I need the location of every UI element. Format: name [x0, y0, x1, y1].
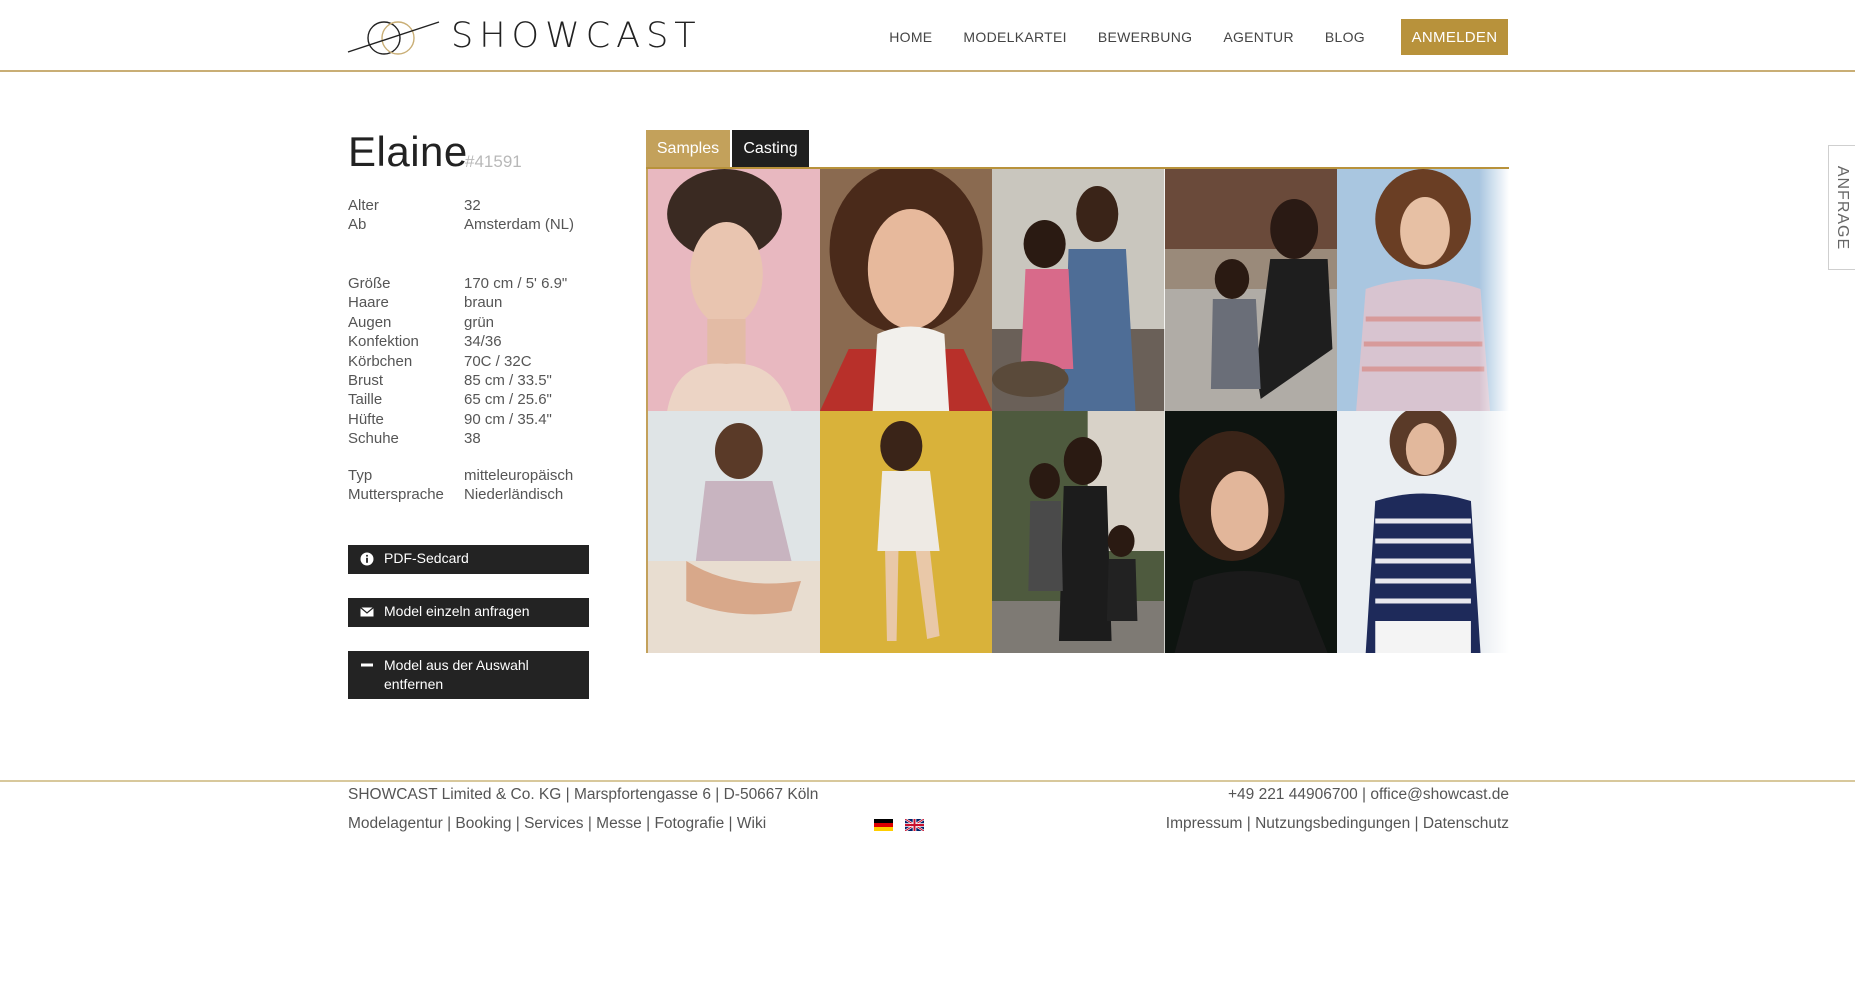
uk-flag-icon[interactable] — [905, 819, 924, 831]
info-label: Größe — [348, 275, 391, 292]
gallery-photo[interactable] — [648, 169, 821, 411]
info-row: Schuhe 38 — [348, 429, 567, 448]
minus-icon — [361, 663, 373, 667]
info-row: Ab Amsterdam (NL) — [348, 215, 574, 234]
info-value: 32 — [464, 197, 481, 214]
gallery-photo[interactable] — [1336, 169, 1509, 411]
pdf-sedcard-button[interactable]: PDF-Sedcard — [348, 545, 589, 574]
nav-blog[interactable]: BLOG — [1325, 29, 1365, 45]
info-label: Hüfte — [348, 410, 384, 428]
info-value: 38 — [464, 430, 481, 448]
info-group-measurements: Größe 170 cm / 5' 6.9" Haare braun Augen gr… — [348, 274, 567, 449]
info-label: Schuhe — [348, 430, 399, 448]
info-label: Brust — [348, 372, 384, 390]
info-row: Muttersprache Niederländisch — [348, 485, 573, 504]
info-value: 34/36 — [464, 333, 502, 351]
tab-samples[interactable]: Samples — [646, 130, 730, 167]
info-label: Haare — [348, 294, 389, 312]
info-label: Typ — [348, 467, 373, 484]
info-row: Taille 65 cm / 25.6" — [348, 390, 567, 409]
envelope-icon — [360, 607, 374, 617]
info-row: Hüfte 90 cm / 35.4" — [348, 410, 567, 429]
info-value: grün — [464, 313, 495, 331]
info-label: Taille — [348, 391, 383, 409]
footer-links-left[interactable]: Modelagentur | Booking | Services | Mess… — [348, 815, 766, 833]
info-label: Alter — [348, 197, 379, 214]
pdf-sedcard-label: PDF-Sedcard — [384, 550, 469, 566]
gallery-photo[interactable] — [1164, 411, 1337, 653]
gallery-tabs: Samples Casting — [646, 130, 809, 167]
info-row: Typ mitteleuropäisch — [348, 466, 573, 485]
info-value: braun — [464, 294, 503, 312]
gallery-photo[interactable] — [992, 411, 1165, 653]
info-value: Niederländisch — [464, 486, 564, 504]
info-label: Augen — [348, 313, 392, 331]
info-icon — [360, 552, 374, 566]
german-flag-icon[interactable] — [874, 819, 893, 831]
login-button[interactable]: ANMELDEN — [1401, 19, 1508, 55]
info-value: 85 cm / 33.5" — [464, 372, 552, 390]
model-name: Elaine — [348, 128, 468, 175]
footer-links-right[interactable]: Impressum | Nutzungsbedingungen | Datens… — [1166, 815, 1509, 833]
info-group-type: Typ mitteleuropäisch Muttersprache Niederl… — [348, 466, 573, 505]
info-value: Amsterdam (NL) — [464, 216, 575, 234]
footer-address: SHOWCAST Limited & Co. KG | Marspforteng… — [348, 786, 819, 803]
request-model-button[interactable]: Model einzeln anfragen — [348, 598, 589, 627]
model-id: #41591 — [465, 152, 522, 171]
info-value: 65 cm / 25.6" — [464, 391, 552, 409]
logo-rings-icon — [347, 21, 440, 55]
nav-bewerbung[interactable]: BEWERBUNG — [1098, 29, 1193, 45]
info-value: 90 cm / 35.4" — [464, 410, 552, 428]
gallery-photo[interactable] — [820, 411, 993, 653]
showcast-logo[interactable]: SHOWCAST — [346, 12, 726, 60]
info-label: Ab — [348, 216, 367, 234]
info-value: 70C / 32C — [464, 352, 532, 370]
photo-fade — [1478, 169, 1509, 411]
tab-casting[interactable]: Casting — [732, 130, 809, 167]
info-row: Körbchen 70C / 32C — [348, 352, 567, 371]
info-label: Muttersprache — [348, 486, 444, 504]
request-model-label: Model einzeln anfragen — [384, 603, 530, 619]
info-row: Alter 32 — [348, 196, 574, 215]
footer-divider — [0, 780, 1855, 782]
info-value: 170 cm / 5' 6.9" — [464, 275, 568, 292]
info-label: Körbchen — [348, 352, 413, 370]
info-row: Brust 85 cm / 33.5" — [348, 371, 567, 390]
gallery-photo[interactable] — [1164, 169, 1337, 411]
gallery-photo[interactable] — [1336, 411, 1509, 653]
gallery-photo[interactable] — [648, 411, 821, 653]
remove-model-label: Model aus der Auswahl entfernen — [384, 657, 529, 692]
remove-model-button[interactable]: Model aus der Auswahl entfernen — [348, 651, 589, 699]
photo-gallery — [646, 169, 1509, 653]
logo-text: SHOWCAST — [451, 16, 702, 56]
photo-fade — [1478, 411, 1509, 653]
inquiry-side-tab[interactable]: ANFRAGE — [1828, 145, 1855, 270]
info-row: Haare braun — [348, 293, 567, 312]
gallery-photo[interactable] — [992, 169, 1165, 411]
main-nav: HOME MODELKARTEI BEWERBUNG AGENTUR BLOG … — [858, 19, 1508, 55]
nav-agentur[interactable]: AGENTUR — [1223, 29, 1294, 45]
info-row: Konfektion 34/36 — [348, 332, 567, 351]
nav-modelkartei[interactable]: MODELKARTEI — [963, 29, 1066, 45]
info-value: mitteleuropäisch — [464, 467, 574, 484]
nav-home[interactable]: HOME — [889, 29, 932, 45]
gallery-photo[interactable] — [820, 169, 993, 411]
info-group-basic: Alter 32 Ab Amsterdam (NL) — [348, 196, 574, 235]
footer-contact[interactable]: +49 221 44906700 | office@showcast.de — [1228, 786, 1509, 804]
info-label: Konfektion — [348, 333, 419, 351]
site-header: SHOWCAST HOME MODELKARTEI BEWERBUNG AGEN… — [0, 0, 1855, 72]
info-row: Größe 170 cm / 5' 6.9" — [348, 274, 567, 293]
info-row: Augen grün — [348, 313, 567, 332]
inquiry-side-tab-label: ANFRAGE — [1834, 165, 1851, 250]
